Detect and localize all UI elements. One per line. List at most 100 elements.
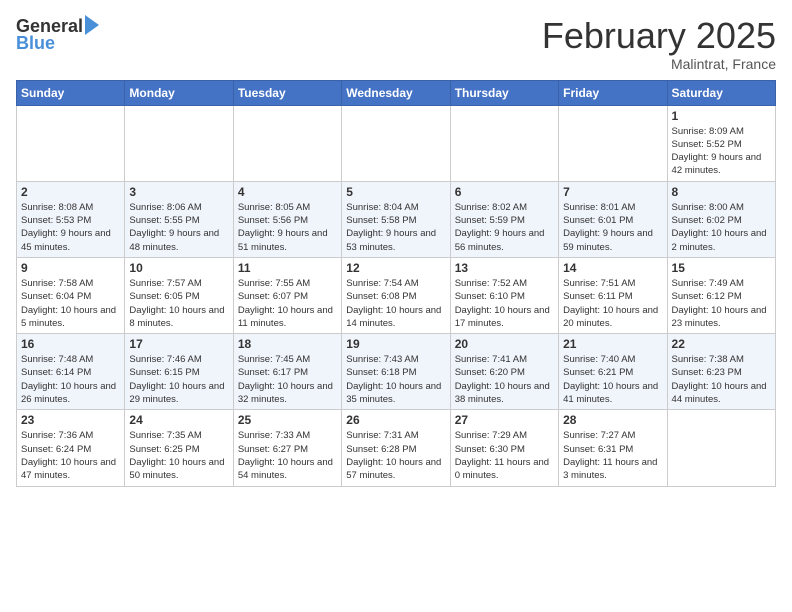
day-number: 8 (672, 185, 771, 199)
day-number: 28 (563, 413, 662, 427)
calendar-header: SundayMondayTuesdayWednesdayThursdayFrid… (17, 80, 776, 105)
day-number: 5 (346, 185, 445, 199)
page-header: General Blue February 2025 Malintrat, Fr… (16, 16, 776, 72)
day-number: 19 (346, 337, 445, 351)
day-number: 14 (563, 261, 662, 275)
calendar-cell: 21Sunrise: 7:40 AM Sunset: 6:21 PM Dayli… (559, 334, 667, 410)
calendar-week-row: 16Sunrise: 7:48 AM Sunset: 6:14 PM Dayli… (17, 334, 776, 410)
day-info: Sunrise: 8:00 AM Sunset: 6:02 PM Dayligh… (672, 201, 771, 254)
location-label: Malintrat, France (542, 56, 776, 72)
calendar-cell: 19 Sunrise: 7:43 AM Sunset: 6:18 PM Dayli… (342, 334, 450, 410)
calendar-cell: 16Sunrise: 7:48 AM Sunset: 6:14 PM Dayli… (17, 334, 125, 410)
logo: General Blue (16, 16, 99, 54)
day-number: 9 (21, 261, 120, 275)
day-info: Sunrise: 7:31 AM Sunset: 6:28 PM Dayligh… (346, 429, 445, 482)
calendar-cell: 8 Sunrise: 8:00 AM Sunset: 6:02 PM Daylig… (667, 181, 775, 257)
day-number: 22 (672, 337, 771, 351)
day-info: Sunrise: 7:29 AM Sunset: 6:30 PM Dayligh… (455, 429, 554, 482)
day-info: Sunrise: 8:05 AM Sunset: 5:56 PM Dayligh… (238, 201, 337, 254)
weekday-header-friday: Friday (559, 80, 667, 105)
calendar-cell: 25Sunrise: 7:33 AM Sunset: 6:27 PM Dayli… (233, 410, 341, 486)
day-info: Sunrise: 7:48 AM Sunset: 6:14 PM Dayligh… (21, 353, 120, 406)
day-info: Sunrise: 7:51 AM Sunset: 6:11 PM Dayligh… (563, 277, 662, 330)
day-number: 24 (129, 413, 228, 427)
calendar-cell (125, 105, 233, 181)
weekday-header-tuesday: Tuesday (233, 80, 341, 105)
calendar-cell: 12 Sunrise: 7:54 AM Sunset: 6:08 PM Dayli… (342, 257, 450, 333)
day-info: Sunrise: 8:06 AM Sunset: 5:55 PM Dayligh… (129, 201, 228, 254)
day-info: Sunrise: 8:04 AM Sunset: 5:58 PM Dayligh… (346, 201, 445, 254)
day-number: 25 (238, 413, 337, 427)
day-info: Sunrise: 7:45 AM Sunset: 6:17 PM Dayligh… (238, 353, 337, 406)
day-info: Sunrise: 7:36 AM Sunset: 6:24 PM Dayligh… (21, 429, 120, 482)
calendar-cell: 6 Sunrise: 8:02 AM Sunset: 5:59 PM Daylig… (450, 181, 558, 257)
weekday-header-sunday: Sunday (17, 80, 125, 105)
day-number: 26 (346, 413, 445, 427)
day-info: Sunrise: 8:02 AM Sunset: 5:59 PM Dayligh… (455, 201, 554, 254)
day-number: 17 (129, 337, 228, 351)
day-info: Sunrise: 7:35 AM Sunset: 6:25 PM Dayligh… (129, 429, 228, 482)
day-number: 18 (238, 337, 337, 351)
calendar-cell: 7 Sunrise: 8:01 AM Sunset: 6:01 PM Daylig… (559, 181, 667, 257)
day-info: Sunrise: 7:46 AM Sunset: 6:15 PM Dayligh… (129, 353, 228, 406)
day-info: Sunrise: 7:43 AM Sunset: 6:18 PM Dayligh… (346, 353, 445, 406)
day-info: Sunrise: 7:38 AM Sunset: 6:23 PM Dayligh… (672, 353, 771, 406)
calendar-cell (559, 105, 667, 181)
day-number: 2 (21, 185, 120, 199)
calendar-cell: 10Sunrise: 7:57 AM Sunset: 6:05 PM Dayli… (125, 257, 233, 333)
weekday-header-row: SundayMondayTuesdayWednesdayThursdayFrid… (17, 80, 776, 105)
day-info: Sunrise: 7:55 AM Sunset: 6:07 PM Dayligh… (238, 277, 337, 330)
day-number: 11 (238, 261, 337, 275)
day-number: 1 (672, 109, 771, 123)
day-info: Sunrise: 8:09 AM Sunset: 5:52 PM Dayligh… (672, 125, 771, 178)
calendar-cell (342, 105, 450, 181)
day-number: 21 (563, 337, 662, 351)
day-number: 15 (672, 261, 771, 275)
day-number: 13 (455, 261, 554, 275)
calendar-cell: 23 Sunrise: 7:36 AM Sunset: 6:24 PM Dayli… (17, 410, 125, 486)
logo-blue-text: Blue (16, 33, 55, 54)
calendar-cell: 5 Sunrise: 8:04 AM Sunset: 5:58 PM Daylig… (342, 181, 450, 257)
calendar-table: SundayMondayTuesdayWednesdayThursdayFrid… (16, 80, 776, 487)
calendar-cell: 26 Sunrise: 7:31 AM Sunset: 6:28 PM Dayli… (342, 410, 450, 486)
weekday-header-saturday: Saturday (667, 80, 775, 105)
calendar-week-row: 2 Sunrise: 8:08 AM Sunset: 5:53 PM Daylig… (17, 181, 776, 257)
day-info: Sunrise: 8:08 AM Sunset: 5:53 PM Dayligh… (21, 201, 120, 254)
calendar-cell: 11 Sunrise: 7:55 AM Sunset: 6:07 PM Dayli… (233, 257, 341, 333)
day-info: Sunrise: 7:52 AM Sunset: 6:10 PM Dayligh… (455, 277, 554, 330)
day-info: Sunrise: 7:49 AM Sunset: 6:12 PM Dayligh… (672, 277, 771, 330)
day-number: 6 (455, 185, 554, 199)
calendar-cell (667, 410, 775, 486)
calendar-cell: 27Sunrise: 7:29 AM Sunset: 6:30 PM Dayli… (450, 410, 558, 486)
calendar-body: 1 Sunrise: 8:09 AM Sunset: 5:52 PM Daylig… (17, 105, 776, 486)
day-info: Sunrise: 7:58 AM Sunset: 6:04 PM Dayligh… (21, 277, 120, 330)
day-number: 12 (346, 261, 445, 275)
month-title: February 2025 (542, 16, 776, 56)
calendar-week-row: 1 Sunrise: 8:09 AM Sunset: 5:52 PM Daylig… (17, 105, 776, 181)
day-number: 7 (563, 185, 662, 199)
calendar-week-row: 23 Sunrise: 7:36 AM Sunset: 6:24 PM Dayli… (17, 410, 776, 486)
calendar-cell: 22 Sunrise: 7:38 AM Sunset: 6:23 PM Dayli… (667, 334, 775, 410)
calendar-cell: 18 Sunrise: 7:45 AM Sunset: 6:17 PM Dayli… (233, 334, 341, 410)
calendar-cell (17, 105, 125, 181)
calendar-cell (233, 105, 341, 181)
day-number: 3 (129, 185, 228, 199)
logo-arrow-icon (85, 15, 99, 35)
weekday-header-thursday: Thursday (450, 80, 558, 105)
calendar-cell: 15 Sunrise: 7:49 AM Sunset: 6:12 PM Dayli… (667, 257, 775, 333)
day-number: 10 (129, 261, 228, 275)
calendar-cell (450, 105, 558, 181)
weekday-header-wednesday: Wednesday (342, 80, 450, 105)
day-info: Sunrise: 7:27 AM Sunset: 6:31 PM Dayligh… (563, 429, 662, 482)
day-info: Sunrise: 8:01 AM Sunset: 6:01 PM Dayligh… (563, 201, 662, 254)
calendar-cell: 1 Sunrise: 8:09 AM Sunset: 5:52 PM Daylig… (667, 105, 775, 181)
day-info: Sunrise: 7:54 AM Sunset: 6:08 PM Dayligh… (346, 277, 445, 330)
calendar-week-row: 9 Sunrise: 7:58 AM Sunset: 6:04 PM Daylig… (17, 257, 776, 333)
calendar-cell: 3 Sunrise: 8:06 AM Sunset: 5:55 PM Daylig… (125, 181, 233, 257)
calendar-cell: 24 Sunrise: 7:35 AM Sunset: 6:25 PM Dayli… (125, 410, 233, 486)
day-number: 23 (21, 413, 120, 427)
calendar-cell: 14 Sunrise: 7:51 AM Sunset: 6:11 PM Dayli… (559, 257, 667, 333)
calendar-cell: 4Sunrise: 8:05 AM Sunset: 5:56 PM Daylig… (233, 181, 341, 257)
day-number: 20 (455, 337, 554, 351)
calendar-cell: 17 Sunrise: 7:46 AM Sunset: 6:15 PM Dayli… (125, 334, 233, 410)
